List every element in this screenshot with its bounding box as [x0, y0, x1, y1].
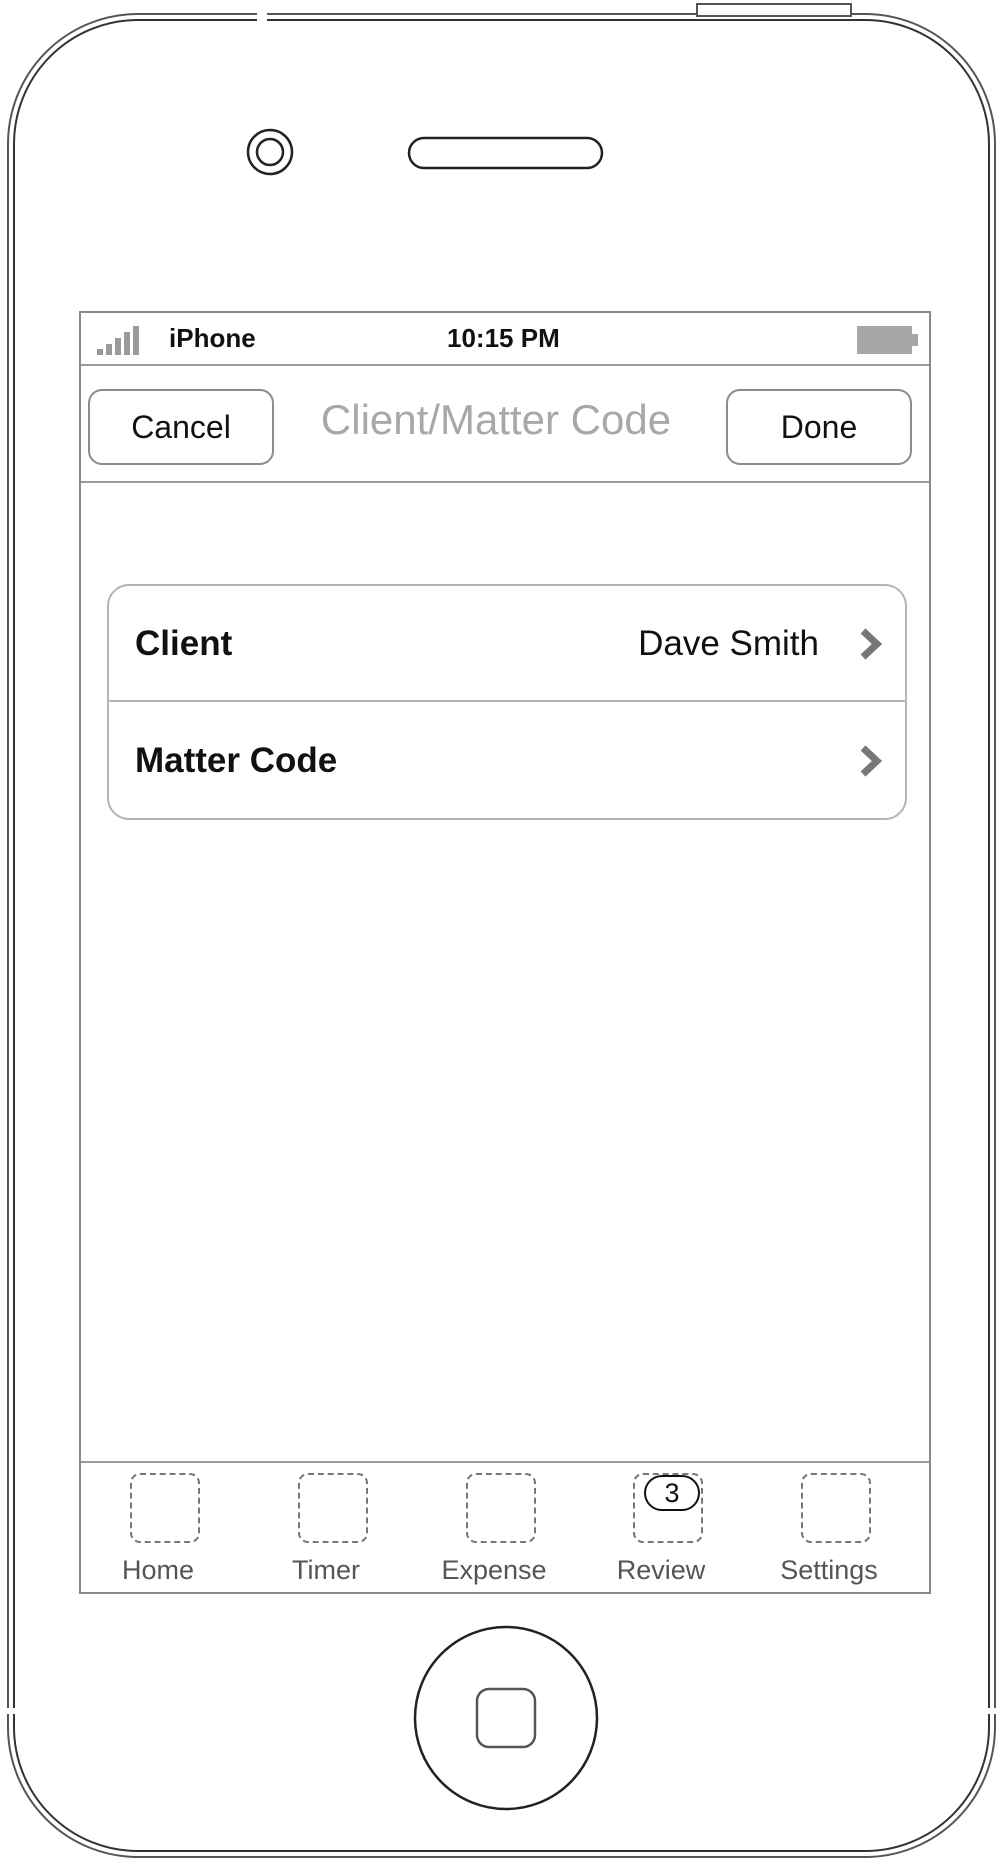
table-row-client[interactable]: Client Dave Smith [109, 586, 905, 702]
front-camera-icon [246, 128, 294, 176]
table-row-matter-code[interactable]: Matter Code [109, 703, 905, 818]
cancel-button[interactable]: Cancel [88, 389, 274, 465]
client-matter-table: Client Dave Smith Matter Code [107, 584, 907, 820]
row-label: Matter Code [135, 741, 338, 780]
tab-label: Expense [441, 1555, 547, 1585]
navigation-bar: Cancel Client/Matter Code Done [81, 366, 929, 483]
carrier-label: iPhone [169, 323, 256, 353]
placeholder-icon [466, 1473, 536, 1543]
row-value: Dave Smith [638, 624, 819, 663]
tab-label: Home [121, 1555, 195, 1585]
battery-icon [857, 326, 918, 354]
tab-label: Timer [292, 1555, 360, 1585]
tab-label: Review [616, 1555, 706, 1585]
tab-home[interactable]: Home [74, 1473, 242, 1591]
tab-bar: Home Timer Expense 3 Review Settings [81, 1461, 929, 1592]
placeholder-icon [130, 1473, 200, 1543]
page-title: Client/Matter Code [320, 396, 672, 443]
status-bar: iPhone 10:15 PM [81, 313, 929, 366]
row-label: Client [135, 624, 233, 663]
speaker-grille [407, 136, 604, 170]
status-time: 10:15 PM [447, 323, 560, 353]
chevron-right-icon [860, 745, 883, 777]
placeholder-icon [801, 1473, 871, 1543]
done-button[interactable]: Done [726, 389, 912, 465]
tab-label: Settings [780, 1555, 878, 1585]
phone-screen: iPhone 10:15 PM Cancel Client/Matter Cod… [79, 311, 931, 1594]
tab-settings[interactable]: Settings [745, 1473, 913, 1591]
tab-expense[interactable]: Expense [410, 1473, 578, 1591]
chevron-right-icon [860, 628, 883, 660]
tab-timer[interactable]: Timer [242, 1473, 410, 1591]
placeholder-icon [298, 1473, 368, 1543]
tab-review[interactable]: 3 Review [577, 1473, 745, 1591]
signal-bars-icon [97, 326, 139, 355]
home-button[interactable] [413, 1625, 599, 1811]
notification-badge: 3 [644, 1475, 700, 1511]
